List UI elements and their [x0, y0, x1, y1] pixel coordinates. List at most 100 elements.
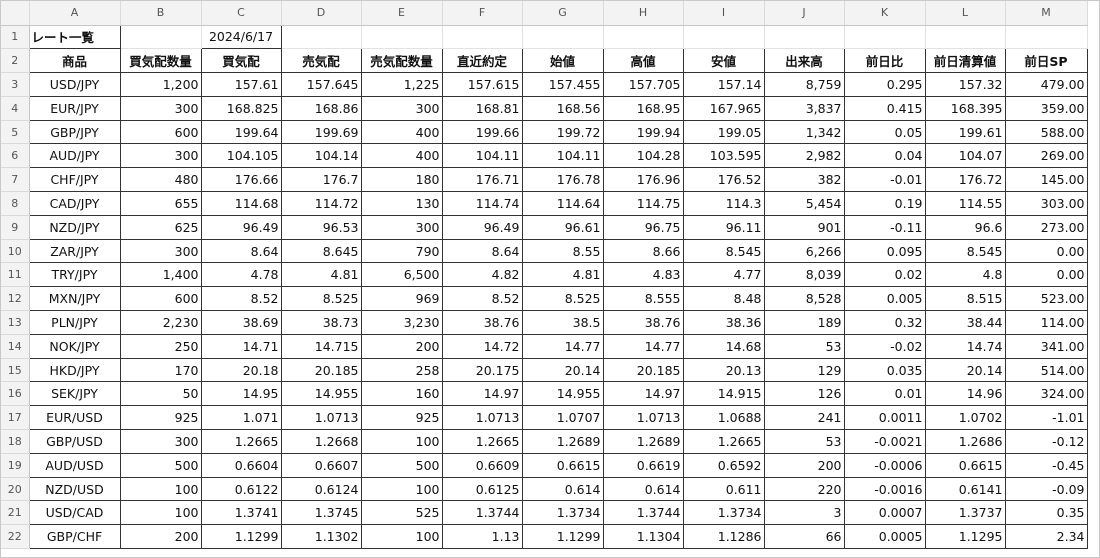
- column-header-m[interactable]: M: [1005, 1, 1088, 26]
- column-header-i[interactable]: I: [683, 1, 765, 26]
- cell-k3[interactable]: 0.295: [843, 72, 926, 97]
- cell-a12[interactable]: MXN/JPY: [28, 286, 121, 312]
- cell-h18[interactable]: 1.2689: [602, 429, 684, 454]
- cell-f21[interactable]: 1.3744: [441, 500, 523, 526]
- cell-b10[interactable]: 300: [119, 238, 202, 264]
- cell-l18[interactable]: 1.2686: [924, 429, 1006, 454]
- cell-m9[interactable]: 273.00: [1004, 214, 1088, 240]
- cell-m12[interactable]: 523.00: [1004, 286, 1088, 312]
- cell-l16[interactable]: 14.96: [924, 381, 1006, 407]
- cell-l13[interactable]: 38.44: [924, 310, 1006, 335]
- cell-d22[interactable]: 1.1302: [280, 524, 362, 550]
- cell-k4[interactable]: 0.415: [843, 95, 926, 121]
- row-header-20[interactable]: 20: [1, 477, 30, 502]
- row-header-9[interactable]: 9: [1, 215, 30, 240]
- cell-a5[interactable]: GBP/JPY: [28, 119, 121, 145]
- cell-d12[interactable]: 8.525: [280, 286, 362, 312]
- cell-c18[interactable]: 1.2665: [200, 429, 282, 454]
- cell-k16[interactable]: 0.01: [843, 381, 926, 407]
- cell-h1[interactable]: [603, 25, 684, 50]
- cell-g6[interactable]: 104.11: [521, 143, 604, 169]
- row-header-22[interactable]: 22: [1, 524, 30, 550]
- cell-b15[interactable]: 170: [119, 357, 202, 383]
- cell-l21[interactable]: 1.3737: [924, 500, 1006, 526]
- cell-e10[interactable]: 790: [360, 238, 443, 264]
- cell-b16[interactable]: 50: [119, 381, 202, 407]
- cell-e21[interactable]: 525: [360, 500, 443, 526]
- cell-h4[interactable]: 168.95: [602, 95, 684, 121]
- cell-c8[interactable]: 114.68: [200, 191, 282, 216]
- row-header-4[interactable]: 4: [1, 96, 30, 121]
- cell-b12[interactable]: 600: [119, 286, 202, 312]
- row-header-10[interactable]: 10: [1, 239, 30, 264]
- column-header-e[interactable]: E: [361, 1, 443, 26]
- cell-m19[interactable]: -0.45: [1004, 452, 1088, 478]
- cell-i21[interactable]: 1.3734: [682, 500, 765, 526]
- cell-j15[interactable]: 129: [763, 357, 845, 383]
- cell-f5[interactable]: 199.66: [441, 119, 523, 145]
- cell-e1[interactable]: [361, 25, 443, 50]
- row-header-6[interactable]: 6: [1, 143, 30, 169]
- cell-i22[interactable]: 1.1286: [682, 524, 765, 550]
- cell-h14[interactable]: 14.77: [602, 333, 684, 359]
- cell-j9[interactable]: 901: [763, 214, 845, 240]
- cell-j21[interactable]: 3: [763, 500, 845, 526]
- cell-l14[interactable]: 14.74: [924, 333, 1006, 359]
- column-header-l[interactable]: L: [925, 1, 1006, 26]
- cell-m1[interactable]: [1005, 25, 1088, 50]
- cell-h10[interactable]: 8.66: [602, 238, 684, 264]
- cell-b7[interactable]: 480: [119, 167, 202, 193]
- cell-m7[interactable]: 145.00: [1004, 167, 1088, 193]
- cell-f15[interactable]: 20.175: [441, 357, 523, 383]
- cell-f1[interactable]: [442, 25, 523, 50]
- cell-a15[interactable]: HKD/JPY: [28, 357, 121, 383]
- cell-i8[interactable]: 114.3: [682, 191, 765, 216]
- cell-b20[interactable]: 100: [119, 476, 202, 502]
- cell-a4[interactable]: EUR/JPY: [28, 95, 121, 121]
- cell-c12[interactable]: 8.52: [200, 286, 282, 312]
- cell-f6[interactable]: 104.11: [441, 143, 523, 169]
- cell-g8[interactable]: 114.64: [521, 191, 604, 216]
- cell-i19[interactable]: 0.6592: [682, 452, 765, 478]
- cell-h6[interactable]: 104.28: [602, 143, 684, 169]
- cell-e11[interactable]: 6,500: [360, 262, 443, 288]
- cell-a6[interactable]: AUD/JPY: [28, 143, 121, 169]
- cell-b14[interactable]: 250: [119, 333, 202, 359]
- column-header-h[interactable]: H: [603, 1, 684, 26]
- cell-j7[interactable]: 382: [763, 167, 845, 193]
- cell-j10[interactable]: 6,266: [763, 238, 845, 264]
- cell-h3[interactable]: 157.705: [602, 72, 684, 97]
- cell-l7[interactable]: 176.72: [924, 167, 1006, 193]
- cell-c19[interactable]: 0.6604: [200, 452, 282, 478]
- row-header-21[interactable]: 21: [1, 500, 30, 526]
- cell-b13[interactable]: 2,230: [119, 310, 202, 335]
- row-header-3[interactable]: 3: [1, 72, 30, 97]
- cell-b5[interactable]: 600: [119, 119, 202, 145]
- cell-j4[interactable]: 3,837: [763, 95, 845, 121]
- cell-g15[interactable]: 20.14: [521, 357, 604, 383]
- cell-c5[interactable]: 199.64: [200, 119, 282, 145]
- cell-d17[interactable]: 1.0713: [280, 405, 362, 431]
- cell-l3[interactable]: 157.32: [924, 72, 1006, 97]
- cell-d14[interactable]: 14.715: [280, 333, 362, 359]
- cell-b22[interactable]: 200: [119, 524, 202, 550]
- row-header-12[interactable]: 12: [1, 286, 30, 312]
- cell-d13[interactable]: 38.73: [280, 310, 362, 335]
- header-cell-m[interactable]: 前日SP: [1004, 48, 1088, 74]
- row-header-2[interactable]: 2: [1, 48, 30, 74]
- cell-h11[interactable]: 4.83: [602, 262, 684, 288]
- cell-b18[interactable]: 300: [119, 429, 202, 454]
- cell-a18[interactable]: GBP/USD: [28, 429, 121, 454]
- cell-i12[interactable]: 8.48: [682, 286, 765, 312]
- cell-m14[interactable]: 341.00: [1004, 333, 1088, 359]
- cell-l17[interactable]: 1.0702: [924, 405, 1006, 431]
- cell-h5[interactable]: 199.94: [602, 119, 684, 145]
- cell-d7[interactable]: 176.7: [280, 167, 362, 193]
- cell-f17[interactable]: 1.0713: [441, 405, 523, 431]
- cell-f14[interactable]: 14.72: [441, 333, 523, 359]
- cell-f13[interactable]: 38.76: [441, 310, 523, 335]
- cell-l9[interactable]: 96.6: [924, 214, 1006, 240]
- cell-m15[interactable]: 514.00: [1004, 357, 1088, 383]
- cell-e16[interactable]: 160: [360, 381, 443, 407]
- cell-k5[interactable]: 0.05: [843, 119, 926, 145]
